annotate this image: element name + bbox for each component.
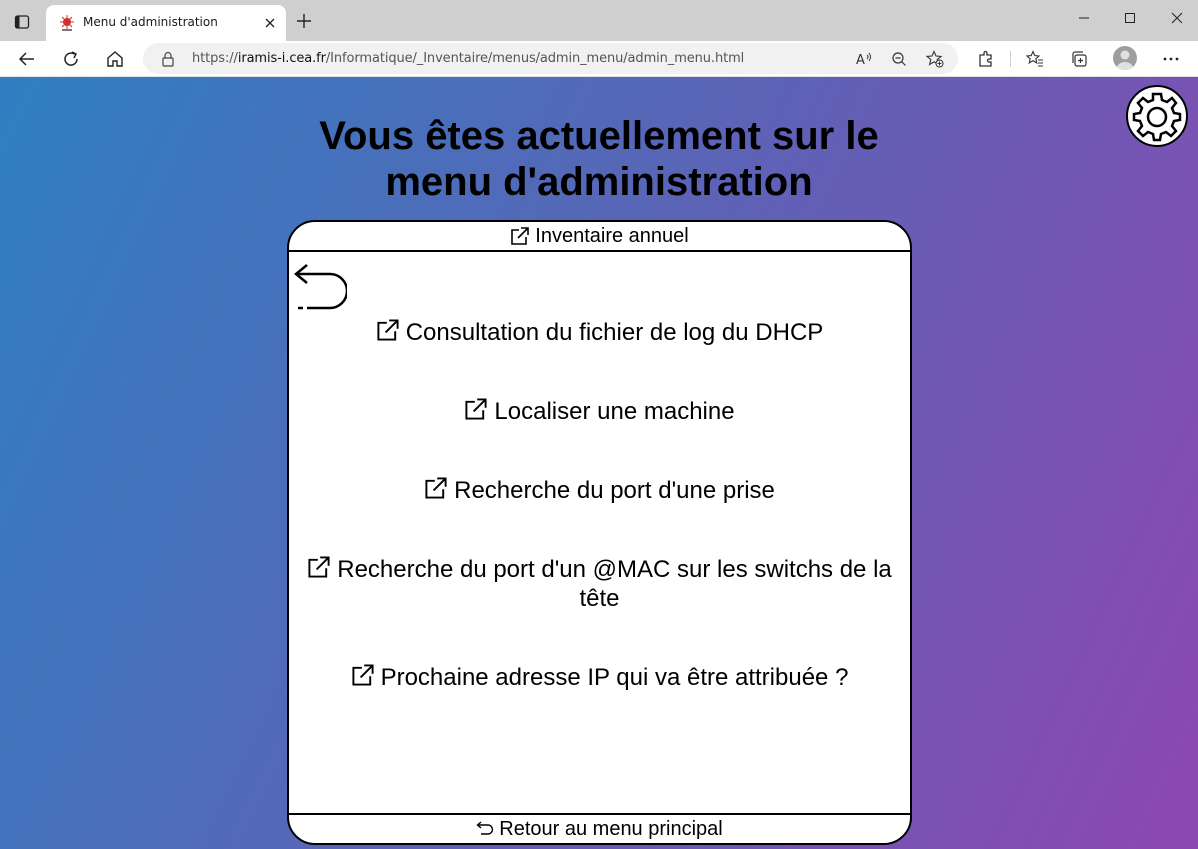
page-title-line-2: menu d'administration [385, 160, 813, 204]
link-label: Recherche du port d'un @MAC sur les swit… [337, 556, 892, 583]
link-label: Consultation du fichier de log du DHCP [405, 319, 824, 346]
read-aloud-icon[interactable]: A [853, 48, 875, 70]
external-link-icon [308, 556, 330, 578]
site-favicon-icon [58, 14, 76, 32]
tab-bar: Menu d'administration [0, 0, 1198, 41]
collections-icon[interactable] [1065, 45, 1093, 73]
close-window-icon[interactable] [1163, 6, 1191, 30]
external-link-icon [425, 477, 447, 499]
home-icon[interactable] [100, 45, 130, 73]
undo-icon [476, 821, 494, 835]
svg-text:A: A [856, 53, 865, 67]
link-line-1: Recherche du port d'un @MAC sur les swit… [289, 555, 910, 584]
add-favorite-icon[interactable] [924, 48, 946, 70]
maximize-icon[interactable] [1116, 6, 1144, 30]
page-title: Vous êtes actuellement sur le menu d'adm… [0, 113, 1198, 205]
link-line-2: tête [579, 585, 620, 612]
refresh-icon[interactable] [56, 45, 86, 73]
link-label: Localiser une machine [494, 398, 735, 425]
tab-close-icon[interactable] [261, 14, 279, 32]
tab-actions-icon[interactable] [8, 8, 36, 36]
link-label: Recherche du port d'une prise [454, 477, 775, 504]
page-content: Vous êtes actuellement sur le menu d'adm… [0, 77, 1198, 849]
link-port-mac[interactable]: Recherche du port d'un @MAC sur les swit… [289, 555, 910, 613]
minimize-icon[interactable] [1070, 6, 1098, 30]
link-dhcp-log[interactable]: Consultation du fichier de log du DHCP [289, 318, 910, 347]
external-link-icon [352, 664, 374, 686]
link-label: Prochaine adresse IP qui va être attribu… [380, 664, 849, 691]
extensions-icon[interactable] [972, 45, 1000, 73]
tab-title: Menu d'administration [83, 15, 218, 29]
retour-menu-principal-link[interactable]: Retour au menu principal [289, 813, 910, 843]
external-link-icon [377, 319, 399, 341]
zoom-out-icon[interactable] [888, 48, 910, 70]
external-link-icon [511, 227, 530, 245]
link-port-prise[interactable]: Recherche du port d'une prise [289, 476, 910, 505]
lock-icon[interactable] [161, 51, 177, 67]
settings-button[interactable] [1126, 85, 1188, 147]
navigation-bar: https://iramis-i.cea.fr/Informatique/_In… [0, 41, 1198, 77]
admin-menu-panel: Inventaire annuel Consultation du fichie… [287, 220, 912, 845]
retour-label: Retour au menu principal [499, 817, 723, 840]
more-options-icon[interactable] [1157, 45, 1185, 73]
undo-back-icon[interactable] [293, 260, 349, 312]
page-title-line-1: Vous êtes actuellement sur le [319, 114, 879, 158]
link-localiser-machine[interactable]: Localiser une machine [289, 397, 910, 426]
profile-avatar[interactable] [1113, 46, 1137, 70]
browser-tab[interactable]: Menu d'administration [46, 5, 286, 41]
toolbar-separator [1010, 51, 1011, 67]
url-path: /Informatique/_Inventaire/menus/admin_me… [325, 51, 745, 66]
url-prefix: https:// [192, 51, 238, 66]
link-prochaine-ip[interactable]: Prochaine adresse IP qui va être attribu… [289, 663, 910, 692]
new-tab-icon[interactable] [292, 8, 316, 34]
address-bar[interactable]: https://iramis-i.cea.fr/Informatique/_In… [143, 43, 958, 74]
url-text[interactable]: https://iramis-i.cea.fr/Informatique/_In… [192, 51, 744, 66]
external-link-icon [465, 398, 487, 420]
back-arrow-icon[interactable] [12, 45, 42, 73]
gear-icon [1132, 92, 1182, 142]
inventaire-annuel-link[interactable]: Inventaire annuel [289, 222, 910, 252]
inventaire-annuel-label: Inventaire annuel [535, 224, 689, 247]
url-host: iramis-i.cea.fr [237, 51, 326, 66]
favorites-icon[interactable] [1021, 45, 1049, 73]
